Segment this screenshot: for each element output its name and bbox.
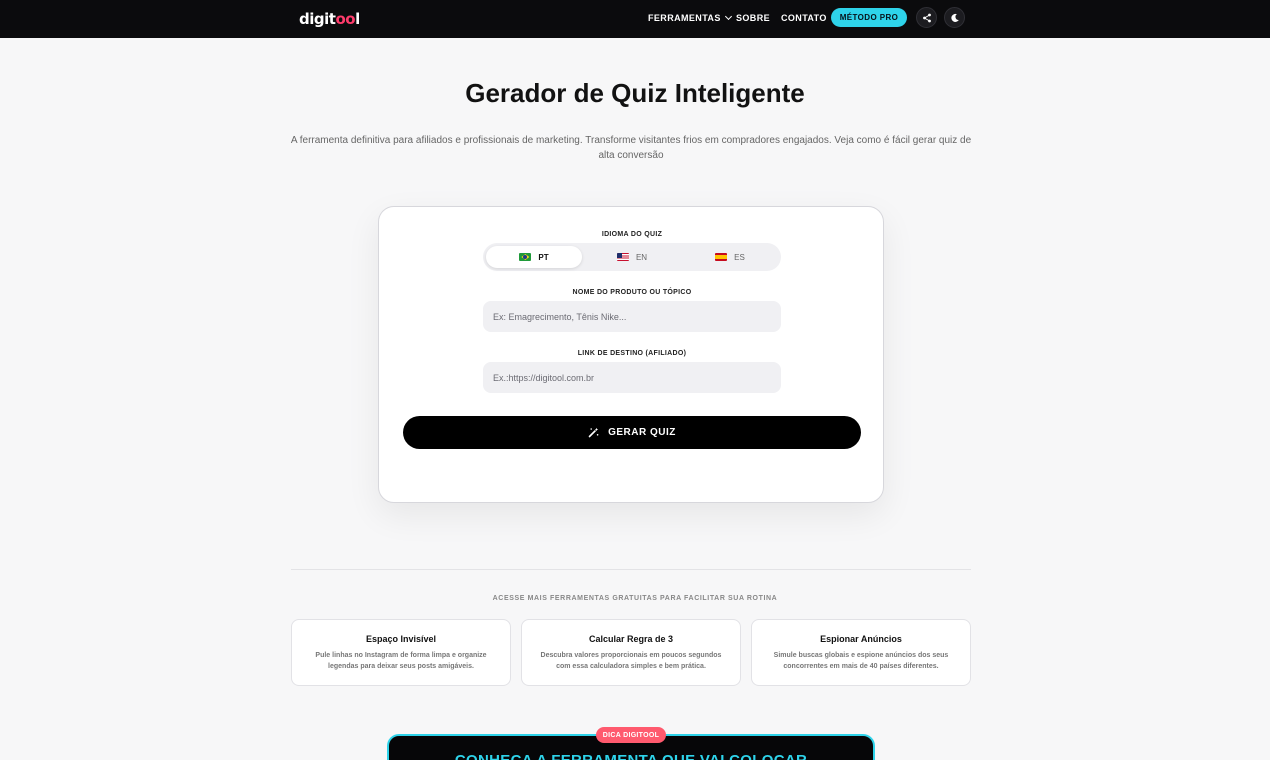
- tool-card-description: Pule linhas no Instagram de forma limpa …: [315, 652, 487, 670]
- language-selector: PT EN ES: [483, 243, 781, 271]
- affiliate-link-input[interactable]: [483, 362, 781, 393]
- language-option-es[interactable]: ES: [682, 246, 778, 268]
- tool-card-description: Simule buscas globais e espione anúncios…: [773, 652, 949, 670]
- nav-ferramentas-label: FERRAMENTAS: [648, 13, 721, 23]
- chevron-down-icon: [724, 12, 732, 21]
- language-code: PT: [538, 252, 549, 262]
- language-label: IDIOMA DO QUIZ: [601, 231, 663, 238]
- language-option-pt[interactable]: PT: [486, 246, 582, 268]
- language-code: EN: [635, 252, 648, 262]
- brazil-flag-icon: [519, 253, 532, 261]
- dica-badge: DICA DIGITOOL: [596, 727, 666, 743]
- nav-contato-link[interactable]: CONTATO: [781, 13, 827, 23]
- promo-headline: CONHEÇA A FERRAMENTA QUE VAI COLOCAR: [389, 752, 873, 760]
- tool-card-espionar-anuncios[interactable]: Espionar Anúncios Simule buscas globais …: [751, 619, 971, 686]
- section-divider: [291, 569, 971, 570]
- metodo-pro-button[interactable]: MÉTODO PRO: [831, 8, 907, 27]
- share-button[interactable]: [916, 7, 937, 28]
- tool-card-title: Espionar Anúncios: [820, 634, 902, 644]
- generate-quiz-button[interactable]: GERAR QUIZ: [403, 416, 861, 449]
- tool-card-description: Descubra valores proporcionais em poucos…: [540, 652, 722, 670]
- page-subtitle: A ferramenta definitiva para afiliados e…: [290, 135, 972, 161]
- nav-sobre-link[interactable]: SOBRE: [736, 13, 770, 23]
- usa-flag-icon: [616, 253, 629, 261]
- product-label: NOME DO PRODUTO OU TÓPICO: [572, 289, 692, 296]
- magic-wand-icon: [588, 427, 599, 438]
- language-option-en[interactable]: EN: [584, 246, 680, 268]
- top-navbar: digitool FERRAMENTAS SOBRE CONTATO MÉTOD…: [0, 0, 1270, 38]
- product-name-input[interactable]: [483, 301, 781, 332]
- digitool-logo[interactable]: digitool: [299, 10, 360, 28]
- more-tools-heading: ACESSE MAIS FERRAMENTAS GRATUITAS PARA F…: [492, 595, 778, 602]
- dark-mode-toggle[interactable]: [944, 7, 965, 28]
- page-title: Gerador de Quiz Inteligente: [465, 78, 805, 108]
- language-code: ES: [734, 252, 745, 262]
- quiz-generator-card: IDIOMA DO QUIZ PT EN ES NOME DO PRODUTO …: [378, 206, 884, 503]
- moon-icon: [950, 13, 959, 22]
- tool-card-title: Calcular Regra de 3: [588, 634, 674, 644]
- tool-card-espaco-invisivel[interactable]: Espaço Invisível Pule linhas no Instagra…: [291, 619, 511, 686]
- link-label: LINK DE DESTINO (AFILIADO): [577, 350, 687, 357]
- tool-card-regra-de-3[interactable]: Calcular Regra de 3 Descubra valores pro…: [521, 619, 741, 686]
- share-icon: [922, 13, 931, 22]
- spain-flag-icon: [715, 253, 728, 261]
- generate-quiz-label: GERAR QUIZ: [608, 427, 676, 438]
- nav-ferramentas-dropdown[interactable]: FERRAMENTAS: [648, 12, 732, 23]
- tool-card-title: Espaço Invisível: [365, 634, 437, 644]
